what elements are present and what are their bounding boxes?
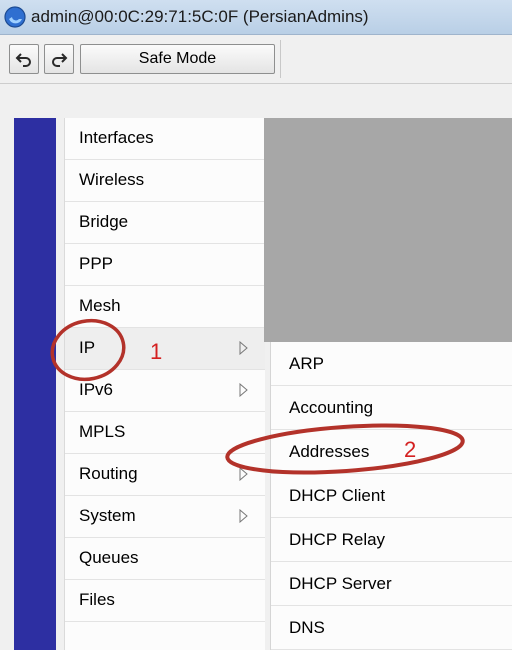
menu-item-label: Wireless — [79, 170, 145, 189]
main-menu: Interfaces Wireless Bridge PPP Mesh IP I… — [64, 118, 265, 650]
submenu-arrow-icon — [239, 383, 248, 397]
title-bar[interactable]: admin@00:0C:29:71:5C:0F (PersianAdmins) — [0, 0, 512, 35]
submenu-item-arp[interactable]: ARP — [271, 342, 512, 386]
menu-item-bridge[interactable]: Bridge — [65, 202, 265, 244]
redo-button[interactable] — [44, 44, 74, 74]
submenu-item-label: DNS — [289, 618, 325, 637]
menu-item-label: IP — [79, 338, 96, 357]
menu-item-routing[interactable]: Routing — [65, 454, 265, 496]
window-title: admin@00:0C:29:71:5C:0F (PersianAdmins) — [31, 7, 369, 26]
menu-item-label: Files — [79, 590, 115, 609]
menu-item-label: PPP — [79, 254, 114, 273]
submenu-arrow-icon — [239, 509, 248, 523]
submenu-item-dhcp-relay[interactable]: DHCP Relay — [271, 518, 512, 562]
submenu-arrow-icon — [239, 467, 248, 481]
menu-item-ip[interactable]: IP — [65, 328, 265, 370]
menu-item-label: System — [79, 506, 136, 525]
menu-item-system[interactable]: System — [65, 496, 265, 538]
submenu-item-accounting[interactable]: Accounting — [271, 386, 512, 430]
menu-item-queues[interactable]: Queues — [65, 538, 265, 580]
menu-item-mpls[interactable]: MPLS — [65, 412, 265, 454]
menu-item-ppp[interactable]: PPP — [65, 244, 265, 286]
submenu-item-label: ARP — [289, 354, 324, 373]
submenu-item-dhcp-server[interactable]: DHCP Server — [271, 562, 512, 606]
menu-item-label: Interfaces — [79, 128, 154, 147]
undo-icon — [15, 53, 31, 67]
submenu-item-label: DHCP Client — [289, 486, 386, 505]
menu-item-label: Bridge — [79, 212, 129, 231]
menu-item-wireless[interactable]: Wireless — [65, 160, 265, 202]
menu-item-label: Queues — [79, 548, 139, 567]
submenu-item-label: DHCP Server — [289, 574, 392, 593]
safe-mode-button[interactable]: Safe Mode — [80, 44, 275, 74]
undo-button[interactable] — [9, 44, 39, 74]
submenu-item-dhcp-client[interactable]: DHCP Client — [271, 474, 512, 518]
submenu-item-label: Addresses — [289, 442, 370, 461]
menu-item-label: Mesh — [79, 296, 121, 315]
ip-submenu: ARP Accounting Addresses DHCP Client DHC… — [270, 342, 512, 650]
menu-item-label: MPLS — [79, 422, 126, 441]
app-icon — [4, 6, 26, 28]
menu-item-ipv6[interactable]: IPv6 — [65, 370, 265, 412]
menu-item-interfaces[interactable]: Interfaces — [65, 118, 265, 160]
toolbar: Safe Mode — [0, 35, 512, 84]
toolbar-separator — [280, 40, 281, 78]
menu-item-label: IPv6 — [79, 380, 114, 399]
submenu-item-dns[interactable]: DNS — [271, 606, 512, 650]
step-2-label: 2 — [404, 437, 417, 462]
submenu-item-label: Accounting — [289, 398, 374, 417]
workspace-area — [264, 118, 512, 342]
sidebar-strip — [14, 118, 56, 650]
submenu-arrow-icon — [239, 341, 248, 355]
step-1-label: 1 — [150, 339, 163, 364]
menu-item-files[interactable]: Files — [65, 580, 265, 622]
redo-icon — [52, 53, 68, 67]
submenu-item-label: DHCP Relay — [289, 530, 386, 549]
submenu-item-addresses[interactable]: Addresses — [271, 430, 512, 474]
menu-item-label: Routing — [79, 464, 138, 483]
menu-item-mesh[interactable]: Mesh — [65, 286, 265, 328]
